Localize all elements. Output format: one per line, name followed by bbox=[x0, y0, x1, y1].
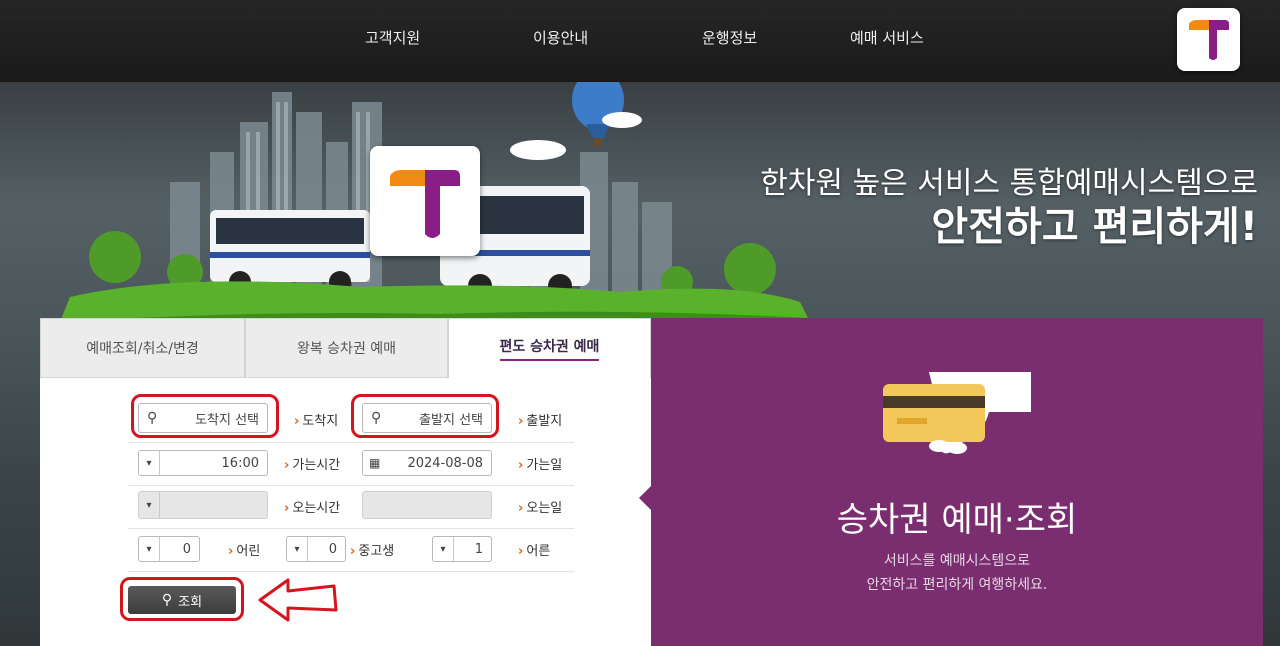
tab-manage[interactable]: 예매조회/취소/변경 bbox=[40, 318, 245, 378]
go-time-label: 가는시간 bbox=[284, 454, 340, 473]
highlight-arrival bbox=[131, 394, 279, 438]
booking-panel: 예매조회/취소/변경 왕복 승차권 예매 편도 승차권 예매 출발지 ⚲ 출발지… bbox=[40, 318, 651, 646]
child-count-value: 0 bbox=[182, 541, 191, 557]
promo-title: 승차권 예매·조회 bbox=[836, 500, 1078, 540]
go-time-value: 16:00 bbox=[221, 455, 259, 471]
go-date-label: 가는일 bbox=[518, 454, 562, 473]
return-time-label: 오는시간 bbox=[284, 497, 340, 516]
student-label: 중고생 bbox=[350, 540, 394, 559]
top-nav-bar: 고객지원 이용안내 운행정보 예매 서비스 bbox=[0, 0, 1280, 83]
card-in-hand-icon bbox=[883, 372, 1031, 454]
highlight-departure bbox=[351, 394, 499, 438]
nav-item-schedule[interactable]: 운행정보 bbox=[702, 27, 757, 48]
nav-item-support[interactable]: 고객지원 bbox=[365, 27, 420, 48]
chevron-down-icon: ▾ bbox=[139, 537, 160, 561]
go-date-value: 2024-08-08 bbox=[407, 455, 483, 471]
go-date-field[interactable]: ▦ 2024-08-08 bbox=[362, 450, 492, 476]
calendar-icon: ▦ bbox=[369, 456, 381, 470]
annotation-arrow bbox=[258, 578, 338, 622]
student-count-select[interactable]: ▾ 0 bbox=[286, 536, 346, 562]
booking-tabs: 예매조회/취소/변경 왕복 승차권 예매 편도 승차권 예매 bbox=[40, 318, 651, 378]
tab-round-trip[interactable]: 왕복 승차권 예매 bbox=[245, 318, 448, 378]
nav-item-guide[interactable]: 이용안내 bbox=[533, 27, 588, 48]
chevron-down-icon: ▾ bbox=[139, 492, 160, 518]
row-return: 오는일 오는시간 ▾ bbox=[128, 485, 574, 529]
return-date-label: 오는일 bbox=[518, 497, 562, 516]
return-date-field bbox=[362, 491, 492, 519]
row-passengers: 어른 ▾ 1 중고생 ▾ 0 어린 ▾ 0 bbox=[128, 528, 574, 572]
hero-headline-2: 안전하고 편리하게! bbox=[931, 204, 1258, 250]
go-time-select[interactable]: ▾ 16:00 bbox=[138, 450, 268, 476]
child-label: 어린 bbox=[228, 540, 260, 559]
hero-brand-logo bbox=[370, 146, 480, 256]
promo-desc-1: 서비스를 예매시스템으로 bbox=[883, 553, 1031, 569]
tab-round-trip-label: 왕복 승차권 예매 bbox=[296, 341, 397, 357]
chevron-down-icon: ▾ bbox=[139, 451, 160, 475]
adult-count-value: 1 bbox=[474, 541, 483, 557]
brand-logo[interactable] bbox=[1177, 8, 1240, 71]
highlight-search-button bbox=[120, 577, 244, 621]
nav-item-booking[interactable]: 예매 서비스 bbox=[850, 27, 924, 48]
adult-count-select[interactable]: ▾ 1 bbox=[432, 536, 492, 562]
promo-desc-2: 안전하고 편리하게 여행하세요. bbox=[866, 577, 1048, 593]
row-go: 가는일 ▦ 2024-08-08 가는시간 ▾ 16:00 bbox=[128, 442, 574, 486]
promo-panel: 승차권 예매·조회 서비스를 예매시스템으로 안전하고 편리하게 여행하세요. bbox=[639, 318, 1263, 646]
chevron-down-icon: ▾ bbox=[433, 537, 454, 561]
tab-manage-label: 예매조회/취소/변경 bbox=[86, 341, 199, 357]
tab-one-way-label: 편도 승차권 예매 bbox=[499, 336, 600, 361]
child-count-select[interactable]: ▾ 0 bbox=[138, 536, 200, 562]
tab-one-way[interactable]: 편도 승차권 예매 bbox=[448, 318, 651, 378]
chevron-down-icon: ▾ bbox=[287, 537, 308, 561]
student-count-value: 0 bbox=[328, 541, 337, 557]
adult-label: 어른 bbox=[518, 540, 550, 559]
hero-illustration bbox=[60, 70, 810, 322]
promo-notch bbox=[639, 486, 651, 510]
departure-label: 출발지 bbox=[518, 410, 562, 429]
arrival-label: 도착지 bbox=[294, 410, 338, 429]
return-time-select: ▾ bbox=[138, 491, 268, 519]
